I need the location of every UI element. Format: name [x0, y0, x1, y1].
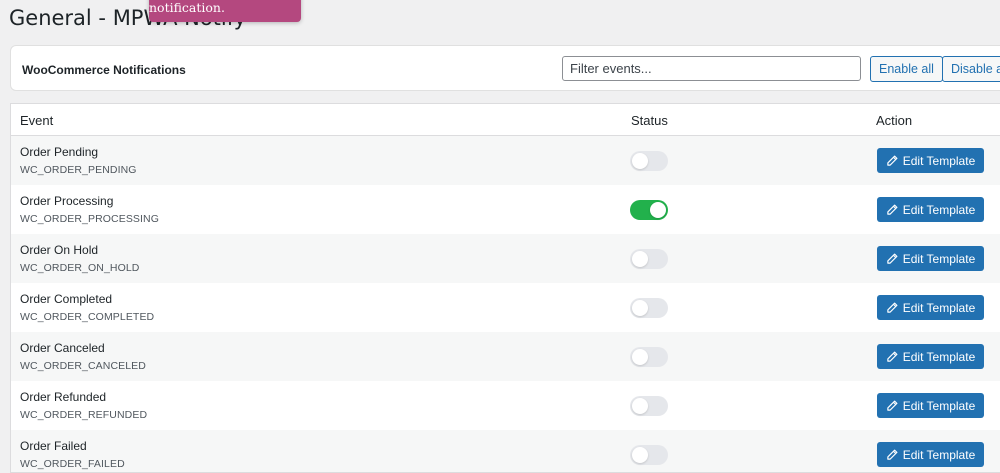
pencil-icon	[887, 400, 898, 411]
pencil-icon	[887, 449, 898, 460]
status-toggle[interactable]	[630, 151, 668, 171]
toggle-knob	[650, 202, 666, 218]
table-row: Order On Hold WC_ORDER_ON_HOLD Edit Templa…	[11, 234, 1000, 283]
toast-text: There is a new notification.	[149, 0, 225, 15]
edit-template-button[interactable]: Edit Template	[877, 393, 984, 418]
event-name: Order Failed	[20, 439, 87, 453]
edit-template-button[interactable]: Edit Template	[877, 442, 984, 467]
event-name: Order Completed	[20, 292, 113, 306]
event-code: WC_ORDER_ON_HOLD	[20, 262, 140, 274]
toggle-knob	[632, 153, 648, 169]
toggle-knob	[632, 300, 648, 316]
pencil-icon	[887, 351, 898, 362]
event-name: Order Pending	[20, 145, 99, 159]
pencil-icon	[887, 204, 898, 215]
table-row: Order Pending WC_ORDER_PENDING Edit Templa…	[11, 136, 1000, 185]
toggle-knob	[632, 251, 648, 267]
edit-template-button[interactable]: Edit Template	[877, 246, 984, 271]
table-header: Event Status Action	[11, 104, 1000, 136]
toggle-knob	[632, 398, 648, 414]
status-toggle[interactable]	[630, 445, 668, 465]
status-toggle[interactable]	[630, 396, 668, 416]
notifications-toolbar: WooCommerce Notifications Enable all Dis…	[10, 45, 1000, 91]
status-toggle[interactable]	[630, 298, 668, 318]
event-code: WC_ORDER_CANCELED	[20, 360, 146, 372]
enable-all-button[interactable]: Enable all	[870, 56, 943, 82]
notification-toast[interactable]: There is a new notification.	[149, 0, 301, 22]
toggle-knob	[632, 349, 648, 365]
table-row: Order Canceled WC_ORDER_CANCELED Edit Temp…	[11, 332, 1000, 381]
toolbar-title: WooCommerce Notifications	[22, 63, 186, 77]
edit-template-button[interactable]: Edit Template	[877, 295, 984, 320]
pencil-icon	[887, 253, 898, 264]
edit-template-label: Edit Template	[902, 251, 976, 266]
table-row: Order Processing WC_ORDER_PROCESSING Edit …	[11, 185, 1000, 234]
pencil-icon	[887, 302, 898, 313]
toggle-knob	[632, 447, 648, 463]
event-name: Order Processing	[20, 194, 114, 208]
edit-template-label: Edit Template	[902, 153, 976, 168]
table-row: Order Completed WC_ORDER_COMPLETED Edit Te…	[11, 283, 1000, 332]
column-header-action: Action	[876, 113, 913, 128]
event-code: WC_ORDER_COMPLETED	[20, 311, 155, 323]
edit-template-label: Edit Template	[902, 349, 976, 364]
edit-template-label: Edit Template	[902, 398, 976, 413]
status-toggle[interactable]	[630, 347, 668, 367]
event-name: Order Refunded	[20, 390, 107, 404]
status-toggle[interactable]	[630, 249, 668, 269]
column-header-event: Event	[20, 113, 54, 128]
event-name: Order Canceled	[20, 341, 105, 355]
events-table: Event Status Action Order Pending WC_ORDE…	[10, 103, 1000, 473]
edit-template-label: Edit Template	[902, 447, 976, 462]
event-code: WC_ORDER_REFUNDED	[20, 409, 148, 421]
status-toggle[interactable]	[630, 200, 668, 220]
event-name: Order On Hold	[20, 243, 99, 257]
table-row: Order Refunded WC_ORDER_REFUNDED Edit Temp…	[11, 381, 1000, 430]
edit-template-button[interactable]: Edit Template	[877, 148, 984, 173]
edit-template-button[interactable]: Edit Template	[877, 344, 984, 369]
edit-template-button[interactable]: Edit Template	[877, 197, 984, 222]
table-row: Order Failed WC_ORDER_FAILED Edit Template	[11, 430, 1000, 472]
event-code: WC_ORDER_PROCESSING	[20, 213, 160, 225]
pencil-icon	[887, 155, 898, 166]
event-code: WC_ORDER_PENDING	[20, 164, 137, 176]
edit-template-label: Edit Template	[902, 300, 976, 315]
edit-template-label: Edit Template	[902, 202, 976, 217]
disable-all-button[interactable]: Disable all	[942, 56, 1000, 82]
filter-events-input[interactable]	[562, 56, 861, 81]
column-header-status: Status	[631, 113, 668, 128]
